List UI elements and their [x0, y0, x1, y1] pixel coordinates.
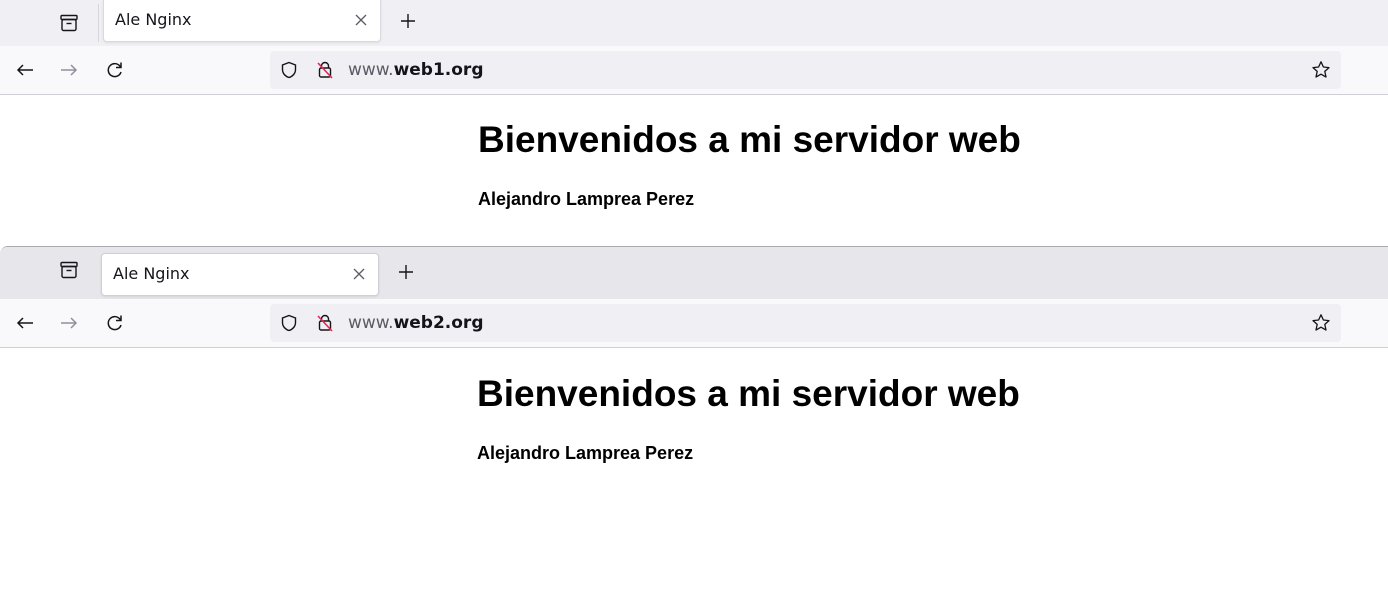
new-tab-plus-icon[interactable] — [398, 11, 418, 31]
tab-bar: Ale Nginx — [0, 0, 1388, 46]
url-domain: web2.org — [393, 313, 484, 333]
page-author: Alejandro Lamprea Perez — [477, 443, 694, 463]
lock-strikethrough-icon[interactable] — [315, 60, 335, 80]
url-domain: web1.org — [393, 60, 484, 80]
tab-separator — [98, 4, 99, 42]
page-author: Alejandro Lamprea Perez — [478, 189, 695, 209]
url-prefix: www. — [348, 313, 394, 333]
star-outline-icon[interactable] — [1311, 313, 1331, 333]
nav-bar: www.web2.org — [0, 299, 1388, 348]
arrow-right-icon[interactable] — [58, 312, 80, 334]
tab-active[interactable]: Ale Nginx — [101, 253, 379, 296]
tab-bar: Ale Nginx — [0, 247, 1388, 299]
arrow-left-icon[interactable] — [14, 59, 36, 81]
shield-icon[interactable] — [280, 314, 298, 332]
tab-active[interactable]: Ale Nginx — [103, 0, 381, 42]
shield-icon[interactable] — [280, 61, 298, 79]
url-prefix: www. — [348, 60, 394, 80]
lock-strikethrough-icon[interactable] — [315, 313, 335, 333]
close-icon[interactable] — [352, 267, 366, 281]
tab-list-icon[interactable] — [58, 12, 80, 34]
nav-bar: www.web1.org — [0, 46, 1388, 95]
url-bar[interactable]: www.web1.org — [270, 51, 1341, 89]
url-text[interactable]: www.web2.org — [348, 313, 484, 333]
reload-icon[interactable] — [104, 312, 126, 334]
star-outline-icon[interactable] — [1311, 60, 1331, 80]
tab-title: Ale Nginx — [115, 10, 192, 29]
url-bar[interactable]: www.web2.org — [270, 304, 1341, 342]
browser-window-1: Ale Nginx www.web1.org Bienvenidos a mi … — [0, 0, 1388, 246]
close-icon[interactable] — [354, 13, 368, 27]
reload-icon[interactable] — [104, 59, 126, 81]
page-heading: Bienvenidos a mi servidor web — [478, 119, 1021, 160]
url-text[interactable]: www.web1.org — [348, 60, 484, 80]
new-tab-plus-icon[interactable] — [396, 262, 416, 282]
tab-list-icon[interactable] — [58, 259, 80, 281]
arrow-right-icon[interactable] — [58, 59, 80, 81]
arrow-left-icon[interactable] — [14, 312, 36, 334]
page-heading: Bienvenidos a mi servidor web — [477, 373, 1020, 414]
browser-window-2: Ale Nginx www.web2.org Bienvenidos a mi … — [0, 246, 1388, 593]
tab-title: Ale Nginx — [113, 264, 190, 283]
